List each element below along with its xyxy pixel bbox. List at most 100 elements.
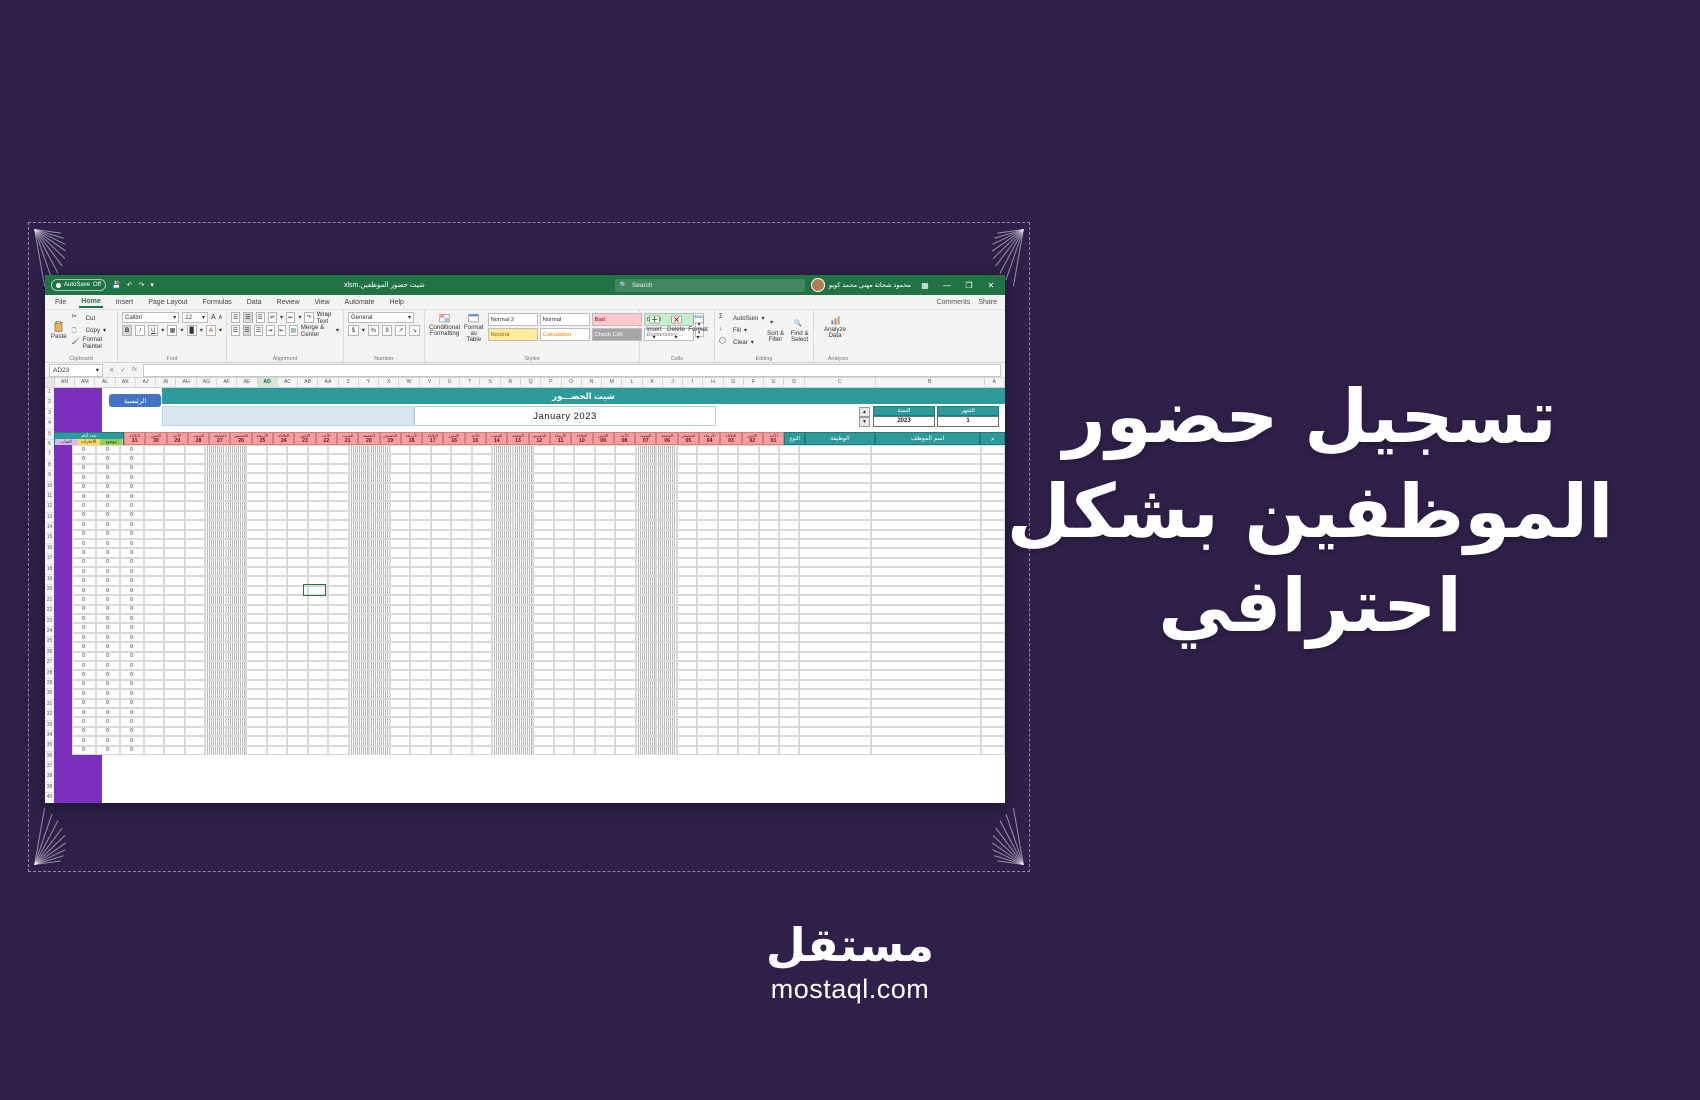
style-neutral[interactable]: Neutral: [487, 328, 538, 341]
cell-day-04[interactable]: [697, 567, 718, 577]
cell-serial[interactable]: [981, 736, 1005, 746]
cell-day-12[interactable]: [533, 651, 554, 661]
cell-day-31[interactable]: [143, 463, 164, 474]
cell-day-21[interactable]: [348, 585, 369, 596]
cell-day-12[interactable]: [533, 510, 554, 521]
cell-day-13[interactable]: [512, 632, 533, 643]
cell-day-17[interactable]: [430, 651, 451, 661]
cell-day-07[interactable]: [635, 473, 656, 483]
cell-day-06[interactable]: [656, 623, 677, 633]
select-all-corner[interactable]: [45, 378, 55, 387]
number-format-select[interactable]: General ▾: [348, 312, 414, 323]
cell-day-01[interactable]: [758, 707, 779, 718]
cell-day-11[interactable]: [553, 736, 574, 746]
cell-day-10[interactable]: [574, 623, 595, 633]
cell-day-05[interactable]: [676, 463, 697, 474]
cell-day-28[interactable]: [205, 642, 226, 652]
cell-day-31[interactable]: [143, 595, 164, 605]
cell-day-23[interactable]: [307, 736, 328, 746]
cell-summary-present[interactable]: 0: [119, 585, 144, 596]
cell-day-06[interactable]: [656, 736, 677, 746]
cell-type[interactable]: [779, 567, 799, 577]
cell-day-09[interactable]: [594, 707, 615, 718]
cell-day-04[interactable]: [697, 679, 718, 690]
cell-day-13[interactable]: [512, 679, 533, 690]
cell-job[interactable]: [799, 745, 871, 755]
cell-day-30[interactable]: [164, 482, 185, 492]
cell-day-10[interactable]: [574, 698, 595, 708]
restore-button[interactable]: ❐: [961, 281, 977, 290]
cell-day-26[interactable]: [246, 689, 267, 699]
cell-day-15[interactable]: [471, 463, 492, 474]
cell-day-29[interactable]: [184, 670, 205, 680]
cell-day-01[interactable]: [758, 623, 779, 633]
row-header-11[interactable]: 11: [45, 492, 54, 503]
cell-day-20[interactable]: [369, 463, 390, 474]
cell-day-03[interactable]: [717, 642, 738, 652]
cell-employee-name[interactable]: [871, 745, 981, 755]
cell-day-02[interactable]: [738, 736, 759, 746]
cell-day-14[interactable]: [492, 726, 513, 737]
cell-employee-name[interactable]: [871, 651, 981, 661]
cell-day-30[interactable]: [164, 567, 185, 577]
cell-day-08[interactable]: [615, 660, 636, 671]
cell-day-18[interactable]: [410, 529, 431, 539]
cell-day-10[interactable]: [574, 689, 595, 699]
cell-day-12[interactable]: [533, 660, 554, 671]
wrap-text-label[interactable]: Wrap Text: [317, 311, 339, 325]
cell-day-11[interactable]: [553, 745, 574, 755]
cell-day-03[interactable]: [717, 698, 738, 708]
row-header-14[interactable]: 14: [45, 523, 54, 534]
column-header-y[interactable]: Y: [359, 378, 380, 387]
cell-day-25[interactable]: [266, 651, 287, 661]
cell-job[interactable]: [799, 501, 871, 511]
cell-day-14[interactable]: [492, 538, 513, 549]
cell-day-07[interactable]: [635, 717, 656, 727]
row-header-40[interactable]: 40: [45, 793, 54, 803]
cell-day-24[interactable]: [287, 717, 308, 727]
cell-day-20[interactable]: [369, 567, 390, 577]
cell-day-05[interactable]: [676, 585, 697, 596]
borders-button[interactable]: ▦: [167, 325, 178, 336]
cell-day-28[interactable]: [205, 679, 226, 690]
cell-day-05[interactable]: [676, 679, 697, 690]
cell-day-29[interactable]: [184, 501, 205, 511]
cell-employee-name[interactable]: [871, 445, 981, 455]
cell-day-11[interactable]: [553, 557, 574, 568]
cell-summary-present[interactable]: 0: [119, 707, 144, 718]
cell-day-25[interactable]: [266, 698, 287, 708]
cell-day-03[interactable]: [717, 651, 738, 661]
cell-serial[interactable]: [981, 707, 1005, 718]
cell-type[interactable]: [779, 529, 799, 539]
cell-type[interactable]: [779, 745, 799, 755]
cell-day-15[interactable]: [471, 529, 492, 539]
cell-day-14[interactable]: [492, 454, 513, 464]
cell-day-09[interactable]: [594, 482, 615, 492]
cell-day-08[interactable]: [615, 473, 636, 483]
cell-type[interactable]: [779, 501, 799, 511]
cell-day-22[interactable]: [328, 576, 349, 586]
cell-day-27[interactable]: [225, 454, 246, 464]
table-row[interactable]: 000: [54, 689, 1005, 699]
cell-day-28[interactable]: [205, 604, 226, 615]
cell-day-16[interactable]: [451, 538, 472, 549]
table-row[interactable]: 000: [54, 473, 1005, 483]
cell-day-26[interactable]: [246, 510, 267, 521]
analyze-data-button[interactable]: Analyze Data: [818, 312, 852, 339]
column-header-b[interactable]: B: [876, 378, 985, 387]
cell-day-22[interactable]: [328, 548, 349, 558]
cell-day-26[interactable]: [246, 445, 267, 455]
cell-day-06[interactable]: [656, 604, 677, 615]
cell-day-27[interactable]: [225, 548, 246, 558]
cell-day-31[interactable]: [143, 576, 164, 586]
cell-summary-absent[interactable]: 0: [71, 520, 96, 530]
cell-day-16[interactable]: [451, 482, 472, 492]
cell-day-07[interactable]: [635, 501, 656, 511]
cell-day-20[interactable]: [369, 745, 390, 755]
cell-day-26[interactable]: [246, 660, 267, 671]
cell-day-26[interactable]: [246, 463, 267, 474]
cell-day-29[interactable]: [184, 538, 205, 549]
cell-summary-absent[interactable]: 0: [71, 567, 96, 577]
cell-day-12[interactable]: [533, 642, 554, 652]
cell-day-10[interactable]: [574, 529, 595, 539]
